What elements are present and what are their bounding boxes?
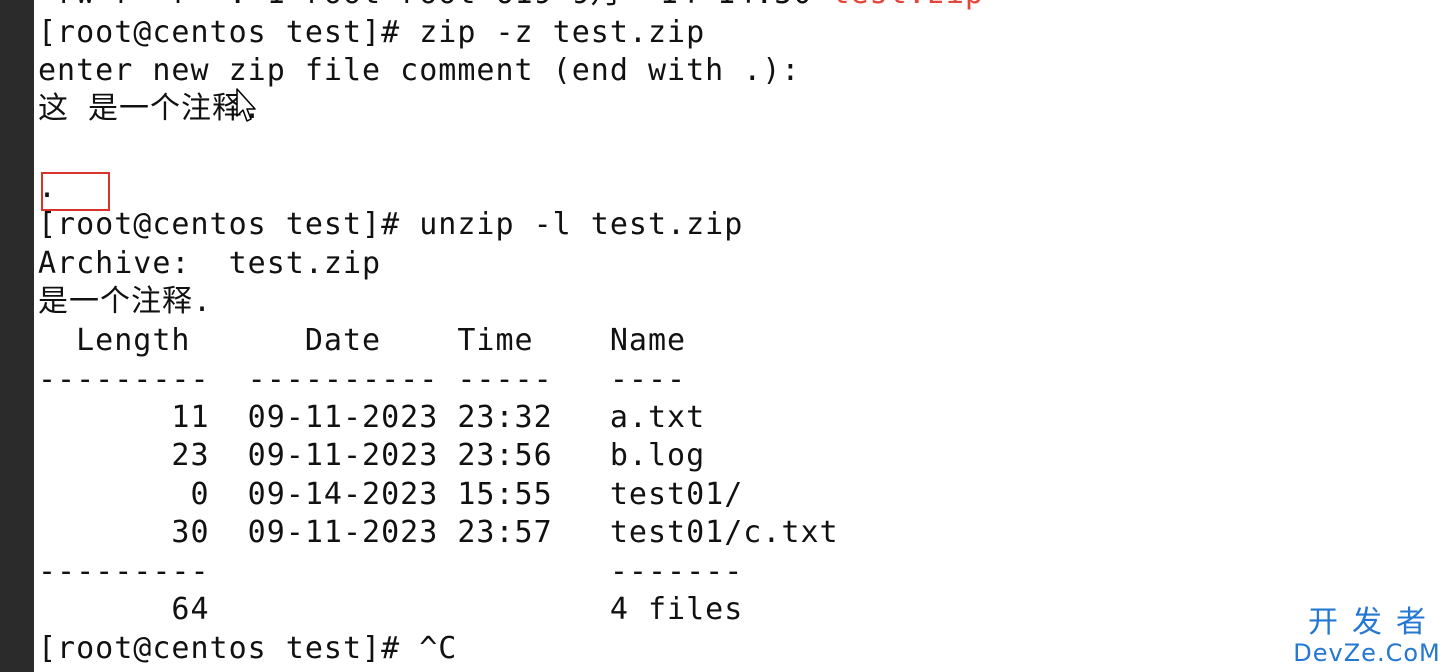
- watermark-bottom: DevZe.CoM: [1293, 639, 1441, 667]
- terminal-line: 23 09-11-2023 23:56 b.log: [38, 438, 706, 473]
- terminal-line: --------- ---------- ----- ----: [38, 362, 687, 397]
- watermark: 开发者 DevZe.CoM: [1292, 605, 1442, 667]
- partial-line-file: test.zip: [831, 0, 984, 11]
- terminal-line: enter new zip file comment (end with .):: [38, 53, 801, 88]
- terminal-line: Length Date Time Name: [38, 323, 687, 358]
- terminal-line: 是一个注释.: [38, 284, 213, 319]
- terminal-line: [root@centos test]# ^C: [38, 631, 458, 666]
- screenshot: -rw-r--r--. 1 root root 619 9月 14 14:50 …: [0, 0, 1452, 672]
- terminal-line: Archive: test.zip: [38, 246, 382, 281]
- window-edge: [0, 0, 34, 672]
- terminal-line: --------- -------: [38, 554, 744, 589]
- terminal-line: 0 09-14-2023 15:55 test01/: [38, 477, 744, 512]
- annotation-highlight-box: [41, 172, 110, 211]
- terminal-line: 30 09-11-2023 23:57 test01/c.txt: [38, 515, 839, 550]
- terminal-line: 11 09-11-2023 23:32 a.txt: [38, 400, 706, 435]
- terminal-line: [root@centos test]# unzip -l test.zip: [38, 207, 744, 242]
- watermark-top: 开发者: [1308, 605, 1440, 640]
- terminal-line: [root@centos test]# zip -z test.zip: [38, 15, 706, 50]
- terminal-output[interactable]: -rw-r--r--. 1 root root 619 9月 14 14:50 …: [38, 0, 1288, 672]
- terminal-line: 这 是一个注释.: [38, 91, 263, 126]
- terminal-line: 64 4 files: [38, 592, 744, 627]
- partial-line-prefix: -rw-r--r--. 1 root root 619 9月 14 14:50: [38, 0, 831, 11]
- terminal-line-partial: -rw-r--r--. 1 root root 619 9月 14 14:50 …: [38, 0, 984, 13]
- mouse-cursor-icon: [236, 88, 256, 122]
